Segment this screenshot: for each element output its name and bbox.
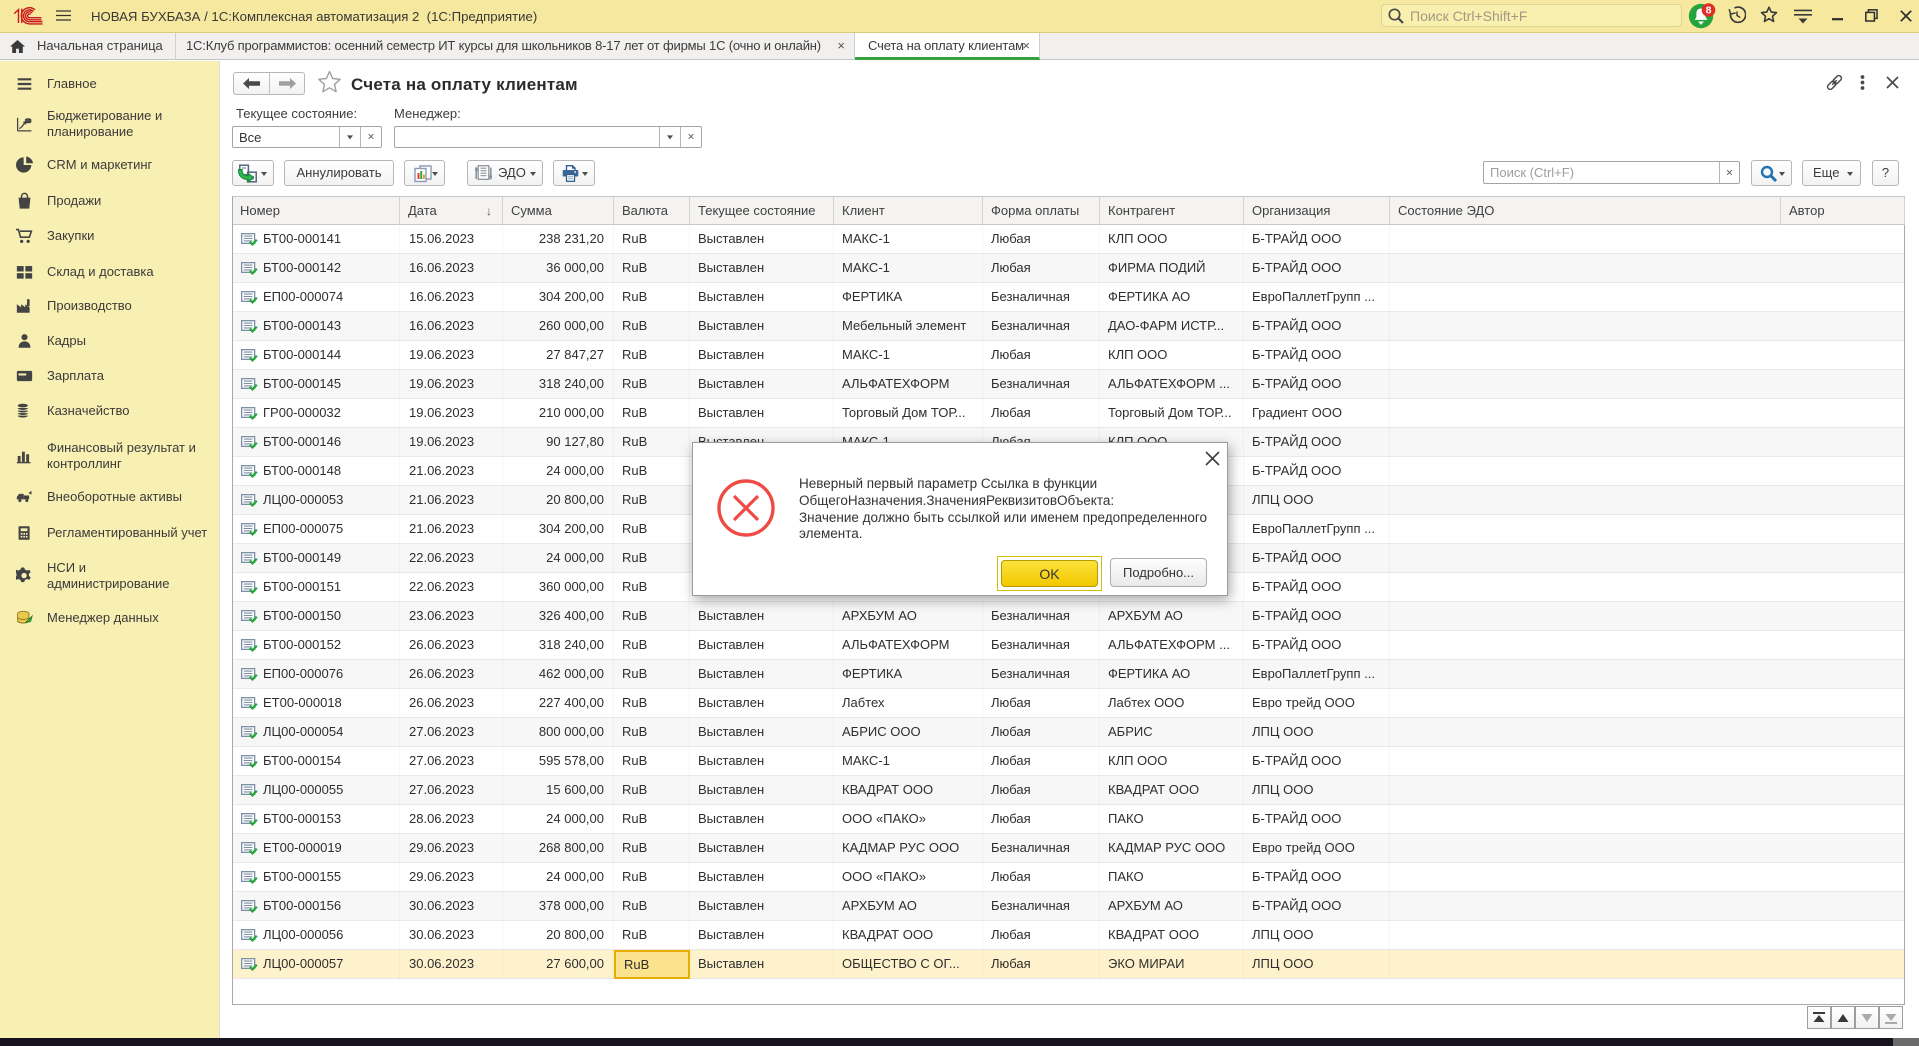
svg-text:8: 8 [1706,4,1712,16]
